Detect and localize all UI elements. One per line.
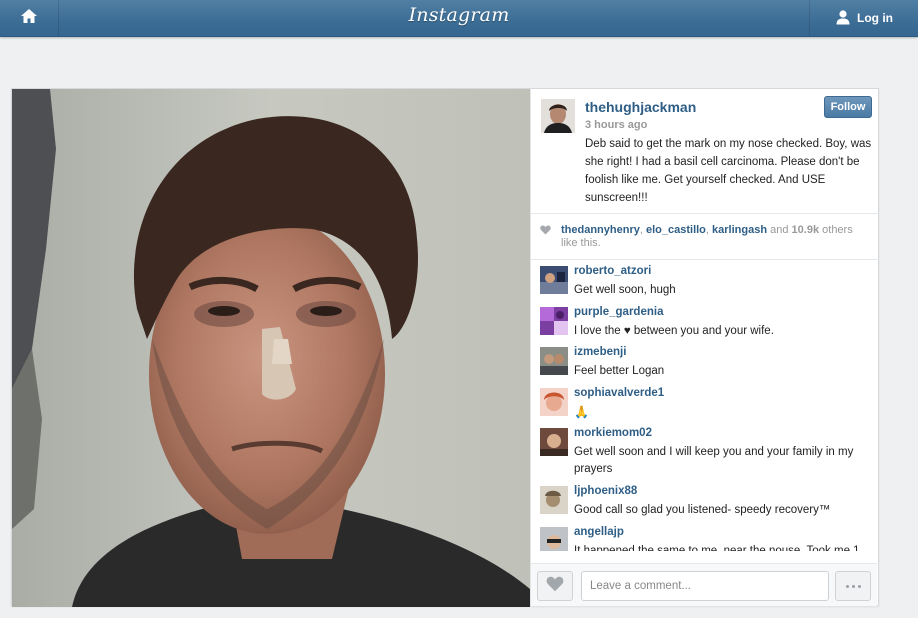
commenter-avatar[interactable] — [540, 526, 568, 551]
post-photo[interactable] — [12, 89, 530, 607]
commenter-username[interactable]: izmebenji — [574, 346, 626, 358]
login-button[interactable]: Log in — [809, 0, 918, 36]
comment-text: Get well soon and I will keep you and yo… — [574, 446, 854, 476]
comment-composer — [531, 563, 877, 606]
top-navigation-bar: Instagram Log in — [0, 0, 918, 37]
heart-icon — [546, 576, 564, 597]
commenter-username[interactable]: purple_gardenia — [574, 306, 663, 318]
comment-text: It happened the same to me, near the nou… — [574, 544, 860, 551]
likes-count[interactable]: 10.9k — [792, 224, 820, 236]
commenter-username[interactable]: ljphoenix88 — [574, 485, 637, 497]
comment-item: sophiavalverde1 🙏 — [531, 383, 877, 424]
more-options-button[interactable] — [835, 571, 871, 601]
comment-item: roberto_atzori Get well soon, hugh — [531, 261, 877, 302]
commenter-username[interactable]: roberto_atzori — [574, 265, 651, 277]
commenter-username[interactable]: angellajp — [574, 526, 624, 538]
liker-link[interactable]: elo_castillo — [646, 224, 706, 236]
comment-item: izmebenji Feel better Logan — [531, 342, 877, 383]
commenter-username[interactable]: morkiemom02 — [574, 427, 652, 439]
comment-text: I love the ♥ between you and your wife. — [574, 324, 774, 337]
commenter-avatar[interactable] — [540, 347, 568, 376]
comment-text: Good call so glad you listened- speedy r… — [574, 504, 831, 517]
post-header: thehughjackman 3 hours ago Deb said to g… — [531, 89, 879, 214]
follow-button[interactable]: Follow — [824, 96, 872, 118]
commenter-avatar[interactable] — [540, 306, 568, 335]
post-card: thehughjackman 3 hours ago Deb said to g… — [11, 88, 879, 607]
author-avatar[interactable] — [541, 99, 575, 133]
commenter-avatar[interactable] — [540, 266, 568, 294]
likes-summary: thedannyhenry, elo_castillo, karlingash … — [531, 214, 879, 260]
liker-link[interactable]: thedannyhenry — [561, 224, 640, 236]
comments-list[interactable]: roberto_atzori Get well soon, hugh purpl… — [531, 261, 877, 551]
author-username[interactable]: thehughjackman — [585, 99, 696, 115]
comment-item: morkiemom02 Get well soon and I will kee… — [531, 423, 877, 481]
commenter-avatar[interactable] — [540, 387, 568, 416]
instagram-logo[interactable]: Instagram — [0, 4, 918, 26]
comment-text: Feel better Logan — [574, 365, 665, 378]
commenter-username[interactable]: sophiavalverde1 — [574, 387, 664, 399]
likes-and: and — [770, 224, 789, 236]
comment-text: 🙏 — [574, 404, 589, 419]
post-details-panel: thehughjackman 3 hours ago Deb said to g… — [530, 89, 879, 606]
commenter-avatar[interactable] — [540, 428, 568, 457]
heart-icon — [540, 225, 551, 239]
post-time-ago[interactable]: 3 hours ago — [585, 119, 647, 131]
comment-input[interactable] — [581, 571, 829, 601]
comment-item: ljphoenix88 Good call so glad you listen… — [531, 481, 877, 522]
comment-text: Get well soon, hugh — [574, 284, 676, 296]
commenter-avatar[interactable] — [540, 486, 568, 515]
more-icon — [845, 584, 861, 588]
comment-item: angellajp It happened the same to me, ne… — [531, 522, 877, 551]
login-label: Log in — [857, 11, 893, 25]
liker-link[interactable]: karlingash — [712, 224, 767, 236]
like-button[interactable] — [537, 571, 573, 601]
comment-item: purple_gardenia I love the ♥ between you… — [531, 302, 877, 343]
post-caption: Deb said to get the mark on my nose chec… — [585, 138, 872, 204]
user-icon — [835, 9, 851, 28]
